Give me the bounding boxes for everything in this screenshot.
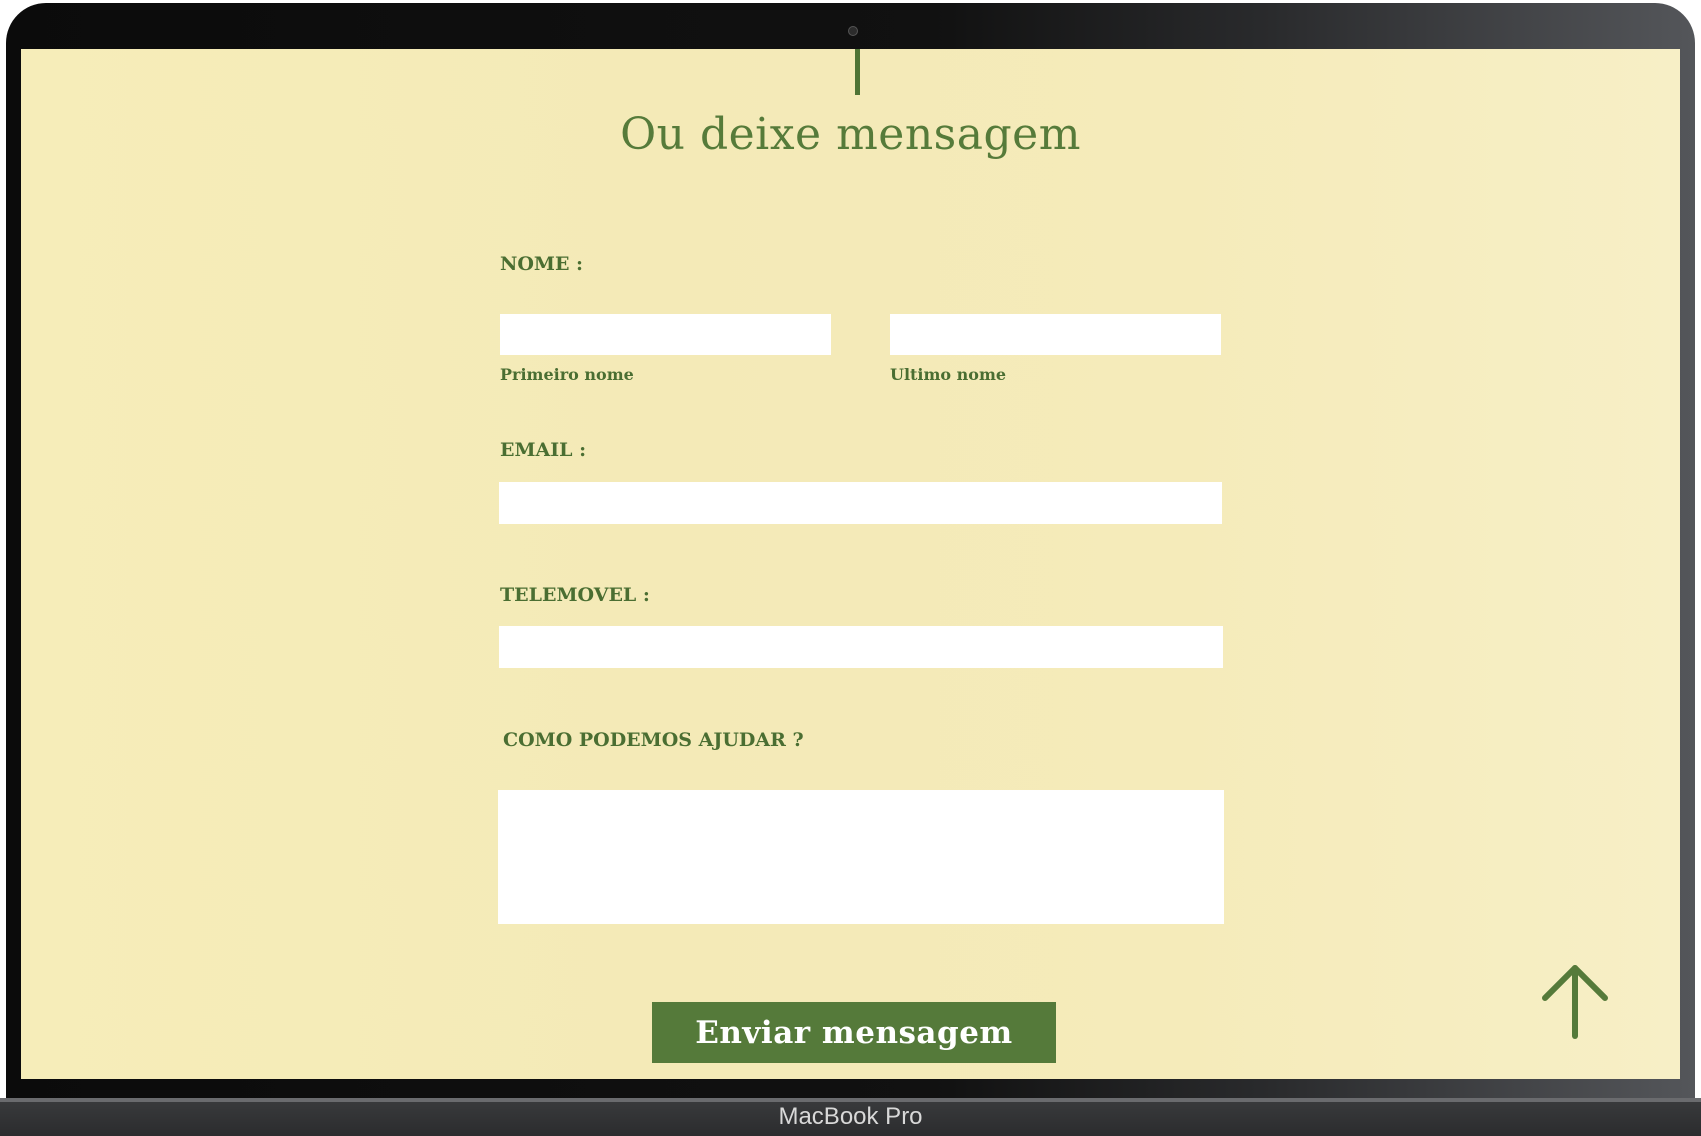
send-message-button[interactable]: Enviar mensagem	[652, 1002, 1056, 1063]
phone-label: TELEMOVEL :	[500, 584, 650, 606]
section-divider-line	[855, 49, 860, 95]
laptop-mockup: Ou deixe mensagem NOME : Primeiro nome U…	[0, 0, 1701, 1136]
last-name-input[interactable]	[890, 314, 1221, 355]
phone-input[interactable]	[499, 626, 1223, 668]
message-textarea[interactable]	[498, 790, 1224, 924]
first-name-input[interactable]	[500, 314, 831, 355]
email-input[interactable]	[499, 482, 1222, 524]
contact-form-heading: Ou deixe mensagem	[620, 109, 1081, 160]
webcam-icon	[848, 26, 858, 36]
scroll-to-top-button[interactable]	[1540, 962, 1610, 1040]
last-name-caption: Ultimo nome	[890, 365, 1007, 384]
laptop-base-edge	[0, 1098, 1701, 1102]
message-label: COMO PODEMOS AJUDAR ?	[503, 729, 804, 751]
arrow-up-icon	[1542, 965, 1608, 1039]
email-label: EMAIL :	[500, 439, 587, 461]
first-name-caption: Primeiro nome	[500, 365, 634, 384]
name-label: NOME :	[500, 253, 584, 275]
device-brand-label: MacBook Pro	[778, 1103, 923, 1130]
webpage-viewport: Ou deixe mensagem NOME : Primeiro nome U…	[21, 49, 1680, 1079]
